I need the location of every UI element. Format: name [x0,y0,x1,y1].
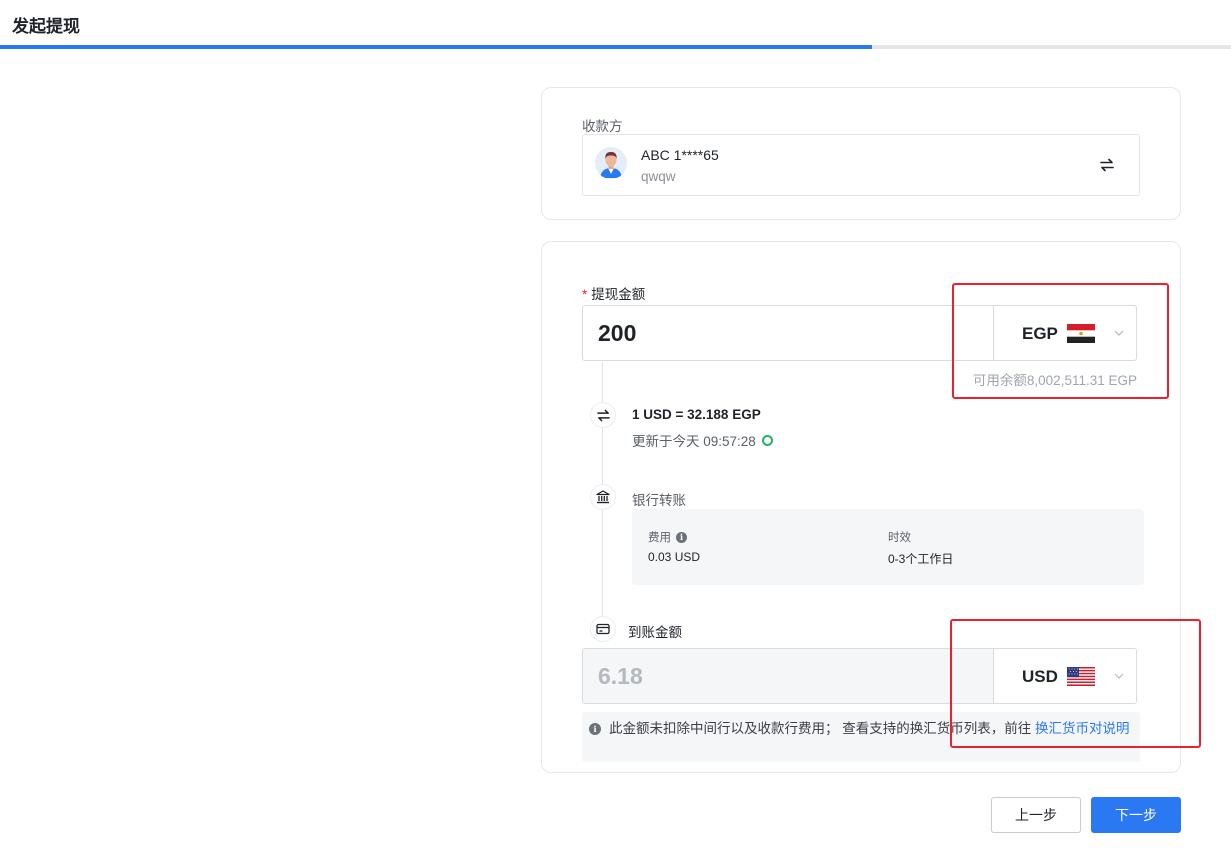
time-value: 0-3个工作日 [888,552,954,566]
refresh-icon[interactable] [761,434,773,446]
highlight-box-withdraw-currency [952,283,1169,399]
info-icon: i [589,723,601,735]
card-icon [590,616,616,642]
next-step-button[interactable]: 下一步 [1091,797,1181,833]
page-title: 发起提现 [12,17,80,36]
fee-label: 费用 i [648,529,687,545]
main-content: 收款方 ABC 1****65 qwqw * 提现金额 200 EGP 可用余额… [0,49,1231,854]
info-icon[interactable]: i [676,531,687,543]
receive-amount-label: 到账金额 [628,625,682,640]
withdraw-amount-input[interactable]: 200 [582,305,994,361]
previous-step-button[interactable]: 上一步 [991,797,1081,833]
top-bar: 发起提现 [0,0,1231,46]
exchange-rate: 1 USD = 32.188 EGP [632,407,761,422]
rate-update-time: 更新于今天 09:57:28 [632,430,773,450]
switch-payee-icon[interactable] [1095,153,1119,177]
receive-amount-input: 6.18 [582,648,994,704]
fee-value: 0.03 USD [648,550,701,564]
payee-selector[interactable]: ABC 1****65 qwqw [582,134,1140,196]
highlight-box-receive-currency [950,619,1201,748]
payee-card: 收款方 ABC 1****65 qwqw [541,87,1181,220]
payee-label: 收款方 [582,119,623,134]
withdraw-amount-label: * 提现金额 [582,287,646,302]
payee-subtitle: qwqw [641,169,676,184]
avatar [595,147,627,179]
payee-name: ABC 1****65 [641,147,719,163]
time-label: 时效 [888,532,911,544]
exchange-icon [590,402,616,428]
fee-info-box: 费用 i 0.03 USD 时效 0-3个工作日 [632,509,1144,585]
bank-transfer-title: 银行转账 [632,493,686,508]
rate-update-text: 更新于今天 09:57:28 [632,434,756,449]
bank-icon [590,484,616,510]
